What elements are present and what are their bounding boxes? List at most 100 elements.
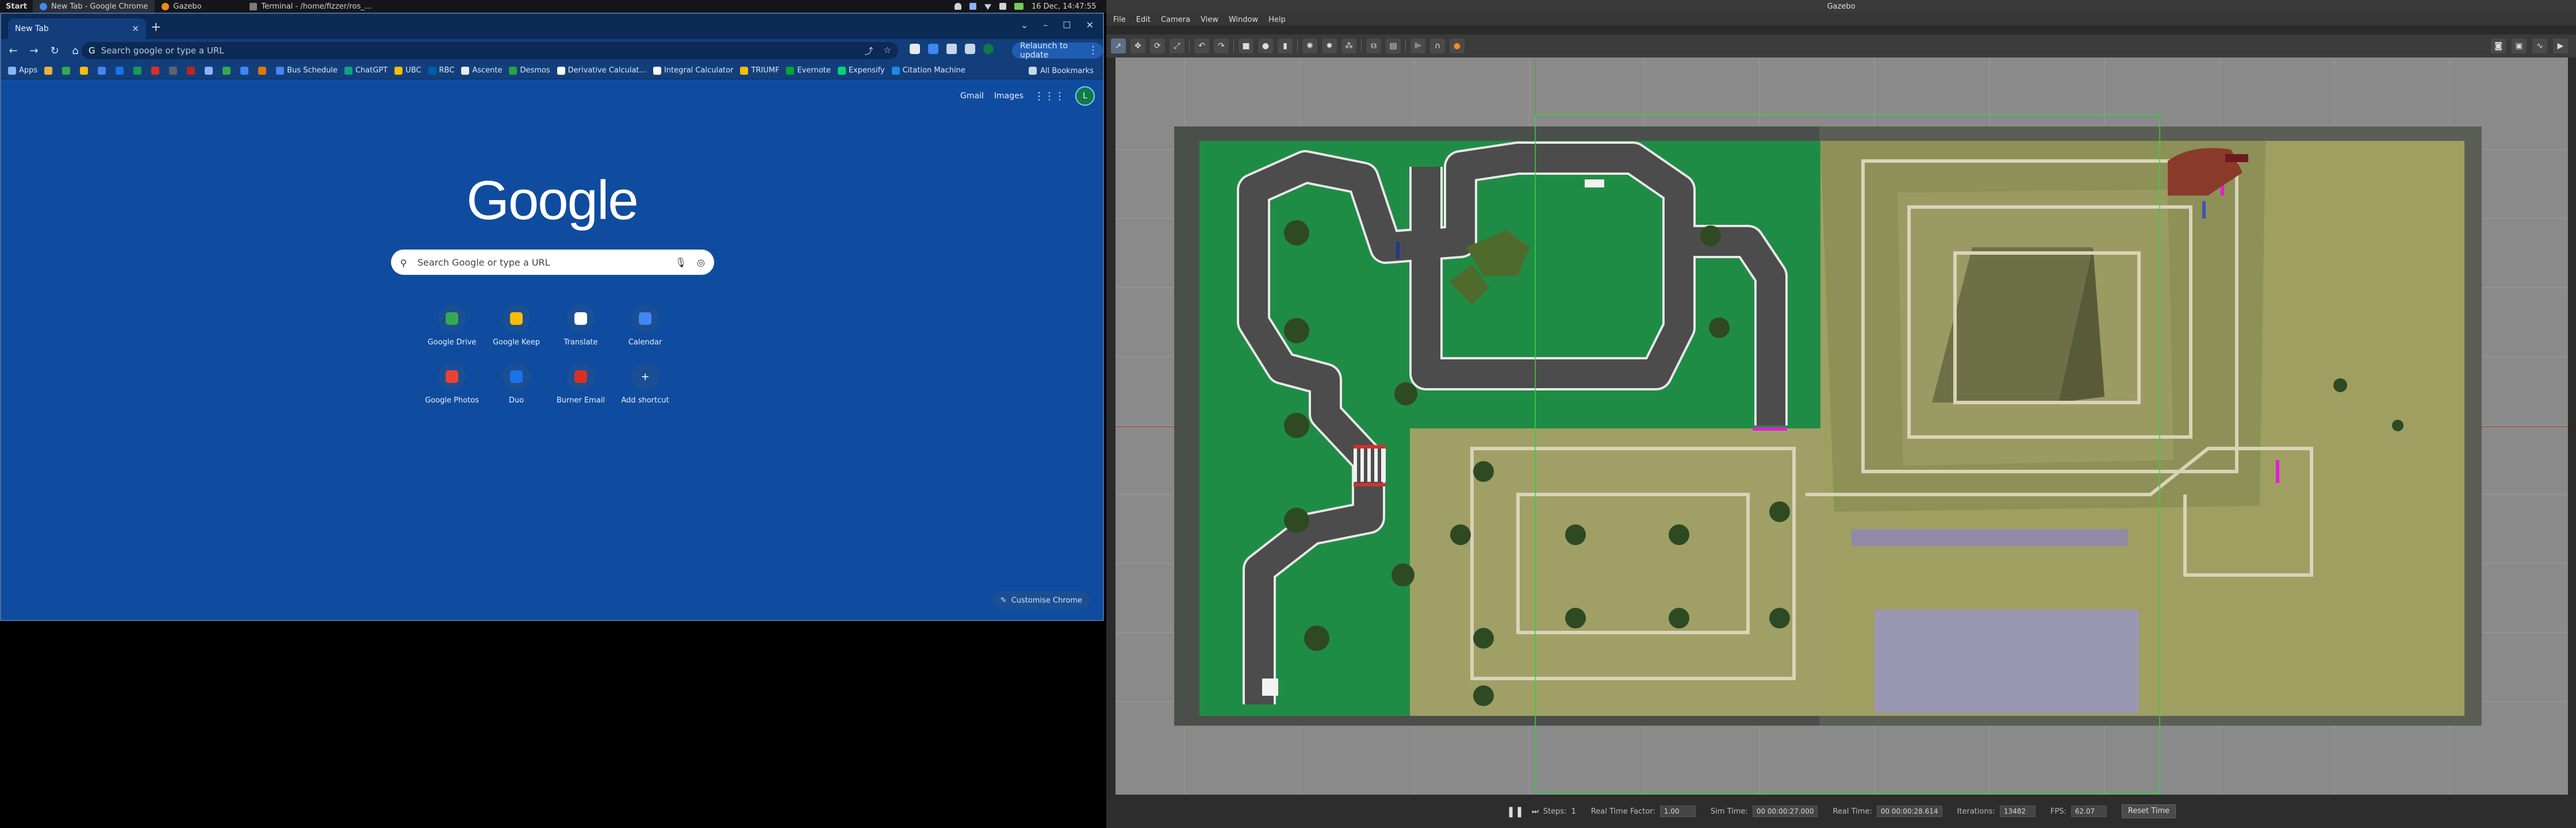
shortcut-tile[interactable]: Google Photos <box>420 363 484 405</box>
bookmark-item[interactable]: Ascente <box>461 66 502 75</box>
cylinder-shape-icon[interactable]: ▮ <box>1278 39 1293 53</box>
taskbar-item-chrome[interactable]: New Tab - Google Chrome <box>32 0 155 13</box>
magenta-marker[interactable] <box>1753 427 1787 431</box>
images-link[interactable]: Images <box>994 91 1023 101</box>
bookmark-item[interactable] <box>80 66 91 75</box>
ramp-platform[interactable] <box>1851 529 2128 546</box>
lens-camera-icon[interactable]: ◎ <box>697 257 705 268</box>
box-platform[interactable] <box>1874 610 2139 713</box>
profile-icon[interactable] <box>983 44 994 54</box>
volume-icon[interactable] <box>999 3 1006 10</box>
redo-icon[interactable]: ↷ <box>1214 39 1229 53</box>
bookmark-item[interactable] <box>44 66 55 75</box>
bookmark-item[interactable] <box>133 66 144 75</box>
reset-time-button[interactable]: Reset Time <box>2121 804 2176 818</box>
reload-icon[interactable]: ↻ <box>46 45 63 57</box>
bookmark-item[interactable] <box>169 66 180 75</box>
all-bookmarks-button[interactable]: All Bookmarks <box>1029 62 1094 79</box>
new-tab-button[interactable]: + <box>151 21 161 34</box>
tab-new-tab[interactable]: New Tab ✕ <box>8 18 146 39</box>
bookmark-item[interactable]: Desmos <box>509 66 550 75</box>
close-window-icon[interactable]: ✕ <box>1086 20 1094 30</box>
notification-icon[interactable] <box>954 3 961 10</box>
tab-search-icon[interactable]: ⌄ <box>1021 20 1028 30</box>
taskbar-item-terminal[interactable]: Terminal - /home/fizzer/ros_... <box>243 0 378 13</box>
share-icon[interactable]: ⤴ <box>865 45 873 57</box>
video-record-icon[interactable]: ▶ <box>2553 39 2568 53</box>
search-input[interactable]: ⚲ Search Google or type a URL 🎙 ◎ <box>391 250 714 275</box>
box-shape-icon[interactable]: ■ <box>1239 39 1254 53</box>
forward-icon[interactable]: → <box>25 45 43 57</box>
bookmark-item[interactable] <box>187 66 198 75</box>
taskbar-item-gazebo[interactable]: Gazebo <box>155 0 208 13</box>
bookmark-item[interactable] <box>98 66 109 75</box>
bookmark-item[interactable] <box>151 66 162 75</box>
spot-light-icon[interactable]: ✹ <box>1322 39 1337 53</box>
select-mode-icon[interactable]: ➚ <box>1111 39 1126 53</box>
align-icon[interactable]: ⊫ <box>1410 39 1425 53</box>
kebab-menu-icon[interactable]: ⋮ <box>1088 44 1098 56</box>
paste-icon[interactable]: ▤ <box>1386 39 1401 53</box>
steps-value[interactable]: 1 <box>1571 807 1576 816</box>
menu-edit[interactable]: Edit <box>1136 16 1151 24</box>
shortcut-tile[interactable]: Duo <box>484 363 549 405</box>
bookmark-item[interactable]: Bus Schedule <box>276 66 338 75</box>
back-icon[interactable]: ← <box>5 45 22 57</box>
orange-shape-icon[interactable]: ● <box>1450 39 1465 53</box>
bookmark-item[interactable] <box>62 66 73 75</box>
bookmark-item[interactable]: RBC <box>428 66 454 75</box>
red-box[interactable] <box>2225 154 2248 162</box>
avatar[interactable]: L <box>1075 86 1095 106</box>
bookmark-item[interactable] <box>223 66 233 75</box>
robot-car[interactable] <box>1585 179 1604 187</box>
bookmark-item[interactable]: TRIUMF <box>740 66 779 75</box>
bookmark-item[interactable]: ChatGPT <box>344 66 388 75</box>
customise-chrome-button[interactable]: ✎ Customise Chrome <box>992 591 1090 610</box>
address-bar[interactable]: G Search google or type a URL ⤴ ☆ <box>82 42 898 59</box>
close-tab-icon[interactable]: ✕ <box>132 24 139 34</box>
bookmark-item[interactable]: Evernote <box>786 66 831 75</box>
plot-icon[interactable]: ∿ <box>2532 39 2547 53</box>
step-icon[interactable]: ⏭ <box>1532 807 1539 816</box>
bookmark-item[interactable]: Expensify <box>837 66 885 75</box>
bookmark-item[interactable]: Apps <box>8 66 37 75</box>
sidepanel-icon[interactable] <box>965 44 975 54</box>
puzzle-icon[interactable] <box>946 44 957 54</box>
bookmark-star-icon[interactable]: ☆ <box>884 45 891 57</box>
gmail-link[interactable]: Gmail <box>960 91 984 101</box>
menu-file[interactable]: File <box>1113 16 1126 24</box>
translate-mode-icon[interactable]: ✥ <box>1130 39 1145 53</box>
bookmark-item[interactable]: Integral Calculator <box>653 66 733 75</box>
bookmark-item[interactable] <box>205 66 216 75</box>
undo-icon[interactable]: ↶ <box>1194 39 1209 53</box>
extension-icon[interactable] <box>928 44 938 54</box>
world-scene[interactable] <box>1116 57 2568 795</box>
magenta-post[interactable] <box>2276 460 2279 483</box>
google-apps-icon[interactable]: ⋮⋮⋮ <box>1034 90 1065 102</box>
shortcut-tile[interactable]: Burner Email <box>549 363 613 405</box>
bookmark-item[interactable] <box>116 66 126 75</box>
microphone-icon[interactable]: 🎙 <box>675 257 687 268</box>
shortcut-tile[interactable]: + Add shortcut <box>613 363 677 405</box>
blue-sign[interactable] <box>1396 241 1400 259</box>
shortcut-tile[interactable]: Calendar <box>613 305 677 347</box>
menu-help[interactable]: Help <box>1268 16 1286 24</box>
snap-icon[interactable]: ∩ <box>1430 39 1445 53</box>
bookmark-item[interactable] <box>240 66 251 75</box>
point-light-icon[interactable]: ✺ <box>1302 39 1317 53</box>
directional-light-icon[interactable]: ⁂ <box>1341 39 1356 53</box>
copy-icon[interactable]: ⧉ <box>1366 39 1381 53</box>
gazebo-3d-viewport[interactable] <box>1116 57 2568 795</box>
bookmark-item[interactable]: Derivative Calculat... <box>557 66 646 75</box>
network-icon[interactable] <box>984 4 991 10</box>
minimize-icon[interactable]: – <box>1043 20 1048 30</box>
menu-camera[interactable]: Camera <box>1161 16 1190 24</box>
bookmark-item[interactable]: Citation Machine <box>891 66 965 75</box>
rotate-mode-icon[interactable]: ⟳ <box>1150 39 1165 53</box>
log-icon[interactable]: ▣ <box>2512 39 2527 53</box>
sphere-shape-icon[interactable]: ● <box>1258 39 1273 53</box>
extension-icon[interactable] <box>910 44 920 54</box>
start-button[interactable]: Start <box>0 0 33 13</box>
menu-view[interactable]: View <box>1201 16 1218 24</box>
shortcut-tile[interactable]: Google Drive <box>420 305 484 347</box>
